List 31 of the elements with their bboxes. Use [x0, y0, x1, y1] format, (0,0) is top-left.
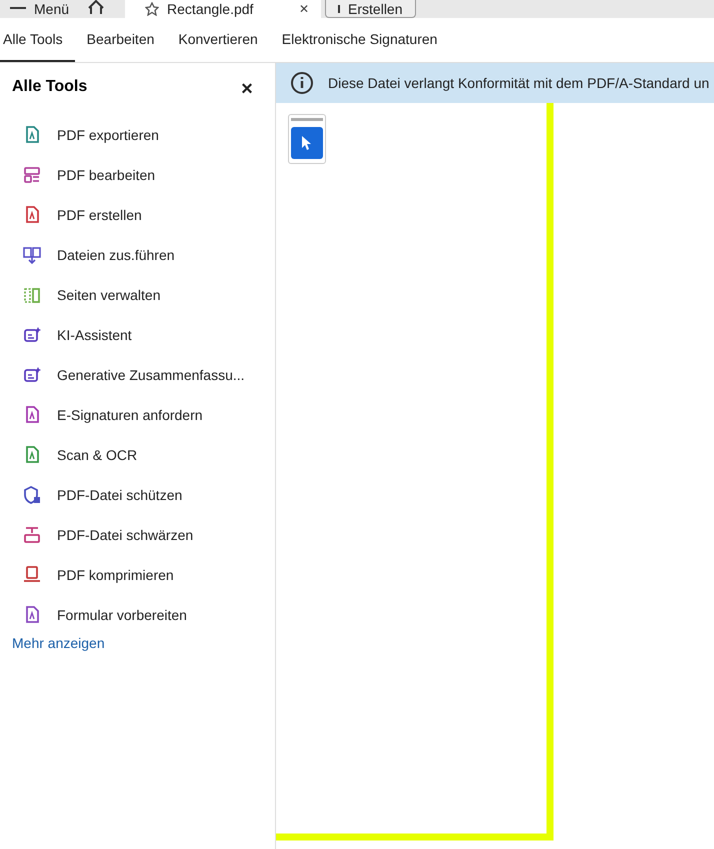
create-button[interactable]: Erstellen: [325, 0, 416, 18]
nav-tab[interactable]: Bearbeiten: [74, 18, 166, 62]
info-icon: [290, 71, 314, 95]
close-button[interactable]: ×: [239, 81, 255, 97]
tool-item[interactable]: Dateien zus.führen: [0, 235, 275, 275]
plus-icon: [338, 4, 340, 12]
nav-tab[interactable]: Elektronische Signaturen: [270, 18, 450, 62]
nav-tab[interactable]: Konvertieren: [166, 18, 270, 62]
tool-item[interactable]: Scan & OCR: [0, 435, 275, 475]
star-icon: [145, 2, 160, 16]
menu-button[interactable]: Menü: [0, 0, 80, 18]
tool-item[interactable]: PDF exportieren: [0, 115, 275, 155]
tool-item[interactable]: PDF-Datei schützen: [0, 475, 275, 515]
banner-text: Diese Datei verlangt Konformität mit dem PDF/A-Standard un: [328, 75, 710, 91]
tool-item[interactable]: KI-Assistent: [0, 315, 275, 355]
tool-item[interactable]: Seiten verwalten: [0, 275, 275, 315]
document-tab[interactable]: Rectangle.pdf ✕: [125, 0, 322, 18]
drag-handle[interactable]: [291, 118, 323, 121]
tool-item[interactable]: E-Signaturen anfordern: [0, 395, 275, 435]
tool-item[interactable]: Generative Zusammenfassu...: [0, 355, 275, 395]
select-tool-button[interactable]: [291, 127, 323, 159]
tool-item[interactable]: PDF-Datei schwärzen: [0, 515, 275, 555]
tool-item[interactable]: PDF erstellen: [0, 195, 275, 235]
nav-tab[interactable]: Alle Tools: [0, 18, 75, 62]
tool-item[interactable]: Formular vorbereiten: [0, 595, 275, 635]
more-link[interactable]: Mehr anzeigen: [0, 635, 105, 651]
tool-item[interactable]: PDF bearbeiten: [0, 155, 275, 195]
home-icon: [87, 0, 106, 14]
sidebar-title: Alle Tools: [12, 78, 88, 96]
close-icon[interactable]: ✕: [299, 1, 310, 17]
tool-item[interactable]: PDF komprimieren: [0, 555, 275, 595]
